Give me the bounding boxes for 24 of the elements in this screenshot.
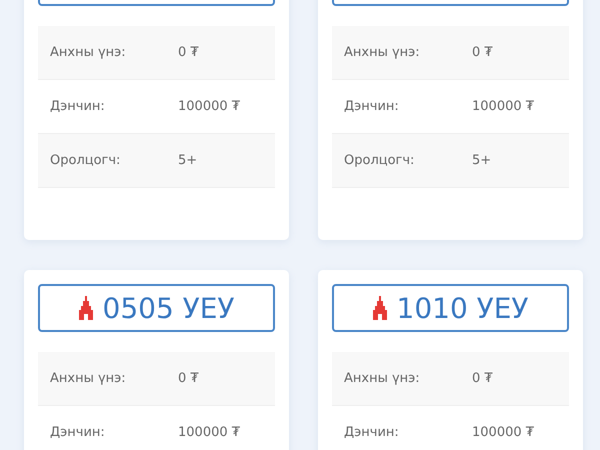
- plate-number: 0505 УЕУ: [102, 292, 234, 324]
- field-label: Дэнчин:: [344, 425, 400, 440]
- field-label: Дэнчин:: [50, 425, 106, 440]
- field-label: Дэнчин:: [344, 99, 400, 114]
- field-label: Анхны үнэ:: [50, 45, 127, 60]
- field-value: 100000 ₮: [472, 99, 534, 114]
- field-value: 100000 ₮: [178, 425, 240, 440]
- field-label: Анхны үнэ:: [344, 45, 421, 60]
- field-label: Оролцогч:: [50, 153, 122, 168]
- field-label: Дэнчин:: [50, 99, 106, 114]
- field-value: 0 ₮: [472, 371, 493, 386]
- field-value: 100000 ₮: [178, 99, 240, 114]
- field-value: 5+: [472, 153, 492, 168]
- field-value: 0 ₮: [178, 45, 199, 60]
- field-label: Анхны үнэ:: [344, 371, 421, 386]
- field-value: 0 ₮: [178, 371, 199, 386]
- tower-icon: [78, 296, 92, 320]
- field-label: Анхны үнэ:: [50, 371, 127, 386]
- field-value: 100000 ₮: [472, 425, 534, 440]
- tower-icon: [372, 296, 386, 320]
- field-value: 5+: [178, 153, 198, 168]
- field-value: 0 ₮: [472, 45, 493, 60]
- field-label: Оролцогч:: [344, 153, 416, 168]
- plate-number: 1010 УЕУ: [396, 292, 528, 324]
